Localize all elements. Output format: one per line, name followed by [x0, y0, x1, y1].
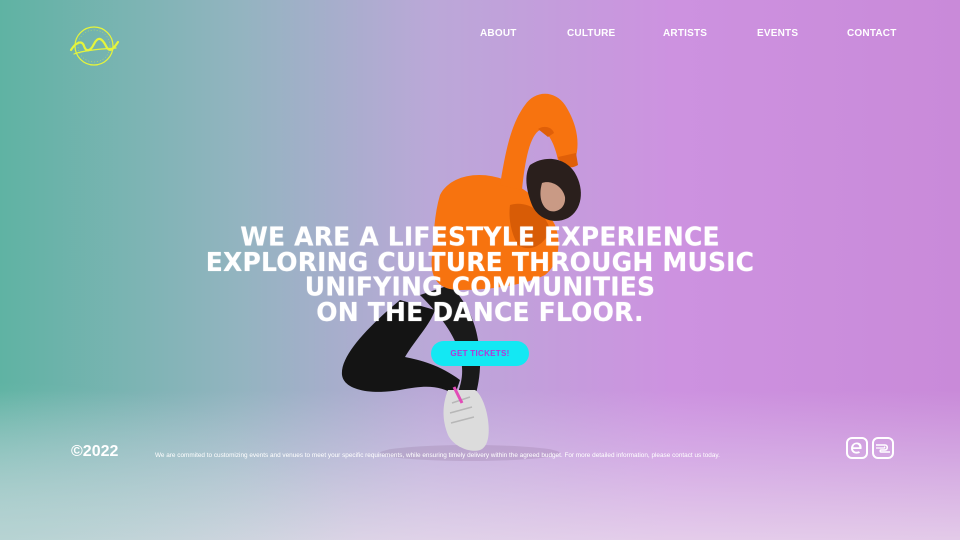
nav-artists[interactable]: ARTISTS	[663, 28, 707, 39]
nav-culture[interactable]: CULTURE	[567, 28, 615, 39]
get-tickets-button[interactable]: GET TICKETS!	[431, 341, 529, 366]
footer-blurb: We are commited to customizing events an…	[155, 452, 720, 459]
e-letter-icon[interactable]	[846, 437, 868, 459]
headline-line: UNIFYING COMMUNITIES	[304, 271, 656, 302]
headline-line: WE ARE A LIFESTYLE EXPERIENCE	[240, 221, 720, 252]
headline-line: ON THE DANCE FLOOR.	[316, 296, 644, 327]
brand-logo[interactable]	[68, 24, 120, 68]
hero-stage: ABOUT CULTURE ARTISTS EVENTS CONTACT WE …	[0, 0, 960, 540]
copyright: ©2022	[71, 443, 119, 460]
floor-glow	[0, 380, 360, 540]
nav-contact[interactable]: CONTACT	[847, 28, 897, 39]
wave-logo-icon[interactable]	[872, 437, 894, 459]
nav-about[interactable]: ABOUT	[480, 28, 517, 39]
hero-headline: WE ARE A LIFESTYLE EXPERIENCE EXPLORING …	[180, 221, 780, 327]
nav-events[interactable]: EVENTS	[757, 28, 798, 39]
